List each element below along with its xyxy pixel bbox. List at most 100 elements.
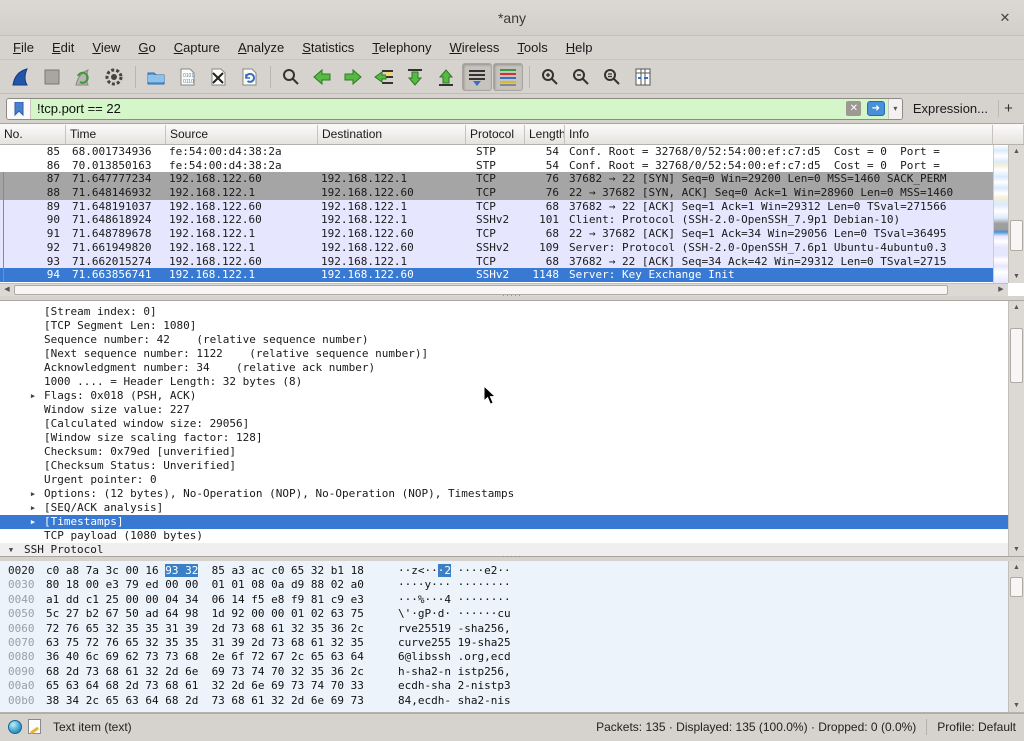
hex-row[interactable]: 008036 40 6c 69 62 73 73 68 2e 6f 72 67 … [0, 650, 1024, 664]
expander-collapsed-icon[interactable]: ▶ [28, 515, 38, 529]
find-packet-icon[interactable] [276, 63, 306, 91]
packet-row-selected[interactable]: 9471.663856741192.168.122.1192.168.122.6… [0, 268, 1024, 282]
filter-bookmark-icon[interactable] [7, 99, 31, 119]
expander-collapsed-icon[interactable]: ▶ [28, 501, 38, 515]
stop-capture-icon[interactable] [37, 63, 67, 91]
details-vertical-scrollbar[interactable]: ▲ ▼ [1008, 301, 1024, 556]
scroll-up-icon[interactable]: ▲ [1009, 301, 1024, 314]
scroll-down-icon[interactable]: ▼ [1009, 543, 1024, 556]
packet-row[interactable]: 8771.647777234192.168.122.60192.168.122.… [0, 172, 1024, 186]
column-header-destination[interactable]: Destination [318, 125, 466, 144]
save-file-icon[interactable]: 01010110 [172, 63, 202, 91]
hex-row[interactable]: 0040a1 dd c1 25 00 00 04 34 06 14 f5 e8 … [0, 593, 1024, 607]
zoom-in-icon[interactable] [535, 63, 565, 91]
menu-telephony[interactable]: Telephony [363, 36, 440, 59]
profile-label[interactable]: Profile: Default [937, 720, 1016, 734]
scrollbar-thumb[interactable] [14, 285, 948, 295]
close-icon[interactable]: ✕ [996, 9, 1014, 27]
zoom-out-icon[interactable] [566, 63, 596, 91]
detail-line[interactable]: Acknowledgment number: 34 (relative ack … [0, 361, 1024, 375]
detail-line[interactable]: Sequence number: 42 (relative sequence n… [0, 333, 1024, 347]
menu-capture[interactable]: Capture [165, 36, 229, 59]
hex-row[interactable]: 006072 76 65 32 35 35 31 39 2d 73 68 61 … [0, 622, 1024, 636]
packet-row[interactable]: 8871.648146932192.168.122.1192.168.122.6… [0, 186, 1024, 200]
packet-row[interactable]: 8670.013850163fe:54:00:d4:38:2aSTP54Conf… [0, 159, 1024, 173]
column-header-protocol[interactable]: Protocol [466, 125, 525, 144]
go-to-packet-icon[interactable] [369, 63, 399, 91]
scroll-right-icon[interactable]: ▶ [994, 284, 1008, 296]
go-forward-icon[interactable] [338, 63, 368, 91]
detail-line[interactable]: [TCP Segment Len: 1080] [0, 319, 1024, 333]
detail-line-selected[interactable]: ▶[Timestamps] [0, 515, 1024, 529]
menu-view[interactable]: View [83, 36, 129, 59]
colorize-icon[interactable] [493, 63, 523, 91]
open-file-icon[interactable] [141, 63, 171, 91]
auto-scroll-icon[interactable] [462, 63, 492, 91]
expander-expanded-icon[interactable]: ▼ [6, 543, 16, 557]
packet-row[interactable]: 8568.001734936fe:54:00:d4:38:2aSTP54Conf… [0, 145, 1024, 159]
close-file-icon[interactable] [203, 63, 233, 91]
menu-statistics[interactable]: Statistics [293, 36, 363, 59]
detail-line[interactable]: TCP payload (1080 bytes) [0, 529, 1024, 543]
packet-list-minimap[interactable] [993, 145, 1008, 283]
scroll-down-icon[interactable]: ▼ [1009, 270, 1024, 283]
scrollbar-thumb[interactable] [1010, 220, 1023, 251]
detail-line[interactable]: Window size value: 227 [0, 403, 1024, 417]
menu-go[interactable]: Go [129, 36, 164, 59]
filter-clear-button[interactable]: ✕ [844, 99, 864, 119]
column-header-info[interactable]: Info [565, 125, 993, 144]
expander-collapsed-icon[interactable]: ▶ [28, 389, 38, 403]
menu-wireless[interactable]: Wireless [441, 36, 509, 59]
detail-line[interactable]: Urgent pointer: 0 [0, 473, 1024, 487]
capture-options-icon[interactable] [99, 63, 129, 91]
hex-vertical-scrollbar[interactable]: ▲ ▼ [1008, 561, 1024, 712]
hex-row[interactable]: 007063 75 72 76 65 32 35 35 31 39 2d 73 … [0, 636, 1024, 650]
column-header-time[interactable]: Time [66, 125, 166, 144]
go-to-first-icon[interactable] [400, 63, 430, 91]
detail-line[interactable]: [Next sequence number: 1122 (relative se… [0, 347, 1024, 361]
restart-capture-icon[interactable] [68, 63, 98, 91]
go-to-last-icon[interactable] [431, 63, 461, 91]
column-header-length[interactable]: Length [525, 125, 565, 144]
display-filter-input[interactable] [31, 99, 844, 119]
start-capture-icon[interactable] [6, 63, 36, 91]
scroll-down-icon[interactable]: ▼ [1009, 699, 1024, 712]
filter-dropdown-icon[interactable]: ▾ [888, 99, 902, 119]
expander-collapsed-icon[interactable]: ▶ [28, 487, 38, 501]
detail-line[interactable]: Checksum: 0x79ed [unverified] [0, 445, 1024, 459]
detail-line[interactable]: [Checksum Status: Unverified] [0, 459, 1024, 473]
menu-edit[interactable]: Edit [43, 36, 83, 59]
detail-line[interactable]: ▶[SEQ/ACK analysis] [0, 501, 1024, 515]
column-header-source[interactable]: Source [166, 125, 318, 144]
menu-file[interactable]: File [4, 36, 43, 59]
menu-analyze[interactable]: Analyze [229, 36, 293, 59]
packet-row[interactable]: 9071.648618924192.168.122.60192.168.122.… [0, 213, 1024, 227]
scrollbar-thumb[interactable] [1010, 328, 1023, 383]
detail-line[interactable]: [Stream index: 0] [0, 305, 1024, 319]
add-filter-button[interactable]: + [998, 100, 1018, 117]
detail-line[interactable]: [Calculated window size: 29056] [0, 417, 1024, 431]
hex-row[interactable]: 009068 2d 73 68 61 32 2d 6e 69 73 74 70 … [0, 665, 1024, 679]
menu-tools[interactable]: Tools [508, 36, 556, 59]
capture-comment-icon[interactable] [28, 719, 41, 734]
filter-apply-button[interactable]: ➜ [864, 99, 888, 119]
hex-row[interactable]: 00a065 63 64 68 2d 73 68 61 32 2d 6e 69 … [0, 679, 1024, 693]
detail-line[interactable]: 1000 .... = Header Length: 32 bytes (8) [0, 375, 1024, 389]
detail-line[interactable]: [Window size scaling factor: 128] [0, 431, 1024, 445]
hex-row[interactable]: 0020 c0 a8 7a 3c 00 16 93 32 85 a3 ac c0… [0, 564, 1024, 578]
hex-row[interactable]: 003080 18 00 e3 79 ed 00 00 01 01 08 0a … [0, 578, 1024, 592]
packet-list-vertical-scrollbar[interactable]: ▲ ▼ [1008, 145, 1024, 283]
hex-row[interactable]: 00b038 34 2c 65 63 64 68 2d 73 68 61 32 … [0, 694, 1024, 708]
scroll-left-icon[interactable]: ◀ [0, 284, 14, 296]
menu-help[interactable]: Help [557, 36, 602, 59]
expert-info-icon[interactable] [8, 720, 22, 734]
resize-columns-icon[interactable] [628, 63, 658, 91]
column-header-no[interactable]: No. [0, 125, 66, 144]
hex-row[interactable]: 00505c 27 b2 67 50 ad 64 98 1d 92 00 00 … [0, 607, 1024, 621]
packet-row[interactable]: 9171.648789678192.168.122.1192.168.122.6… [0, 227, 1024, 241]
go-back-icon[interactable] [307, 63, 337, 91]
reload-file-icon[interactable] [234, 63, 264, 91]
packet-row[interactable]: 8971.648191037192.168.122.60192.168.122.… [0, 200, 1024, 214]
detail-line[interactable]: ▶Options: (12 bytes), No-Operation (NOP)… [0, 487, 1024, 501]
scrollbar-thumb[interactable] [1010, 577, 1023, 597]
